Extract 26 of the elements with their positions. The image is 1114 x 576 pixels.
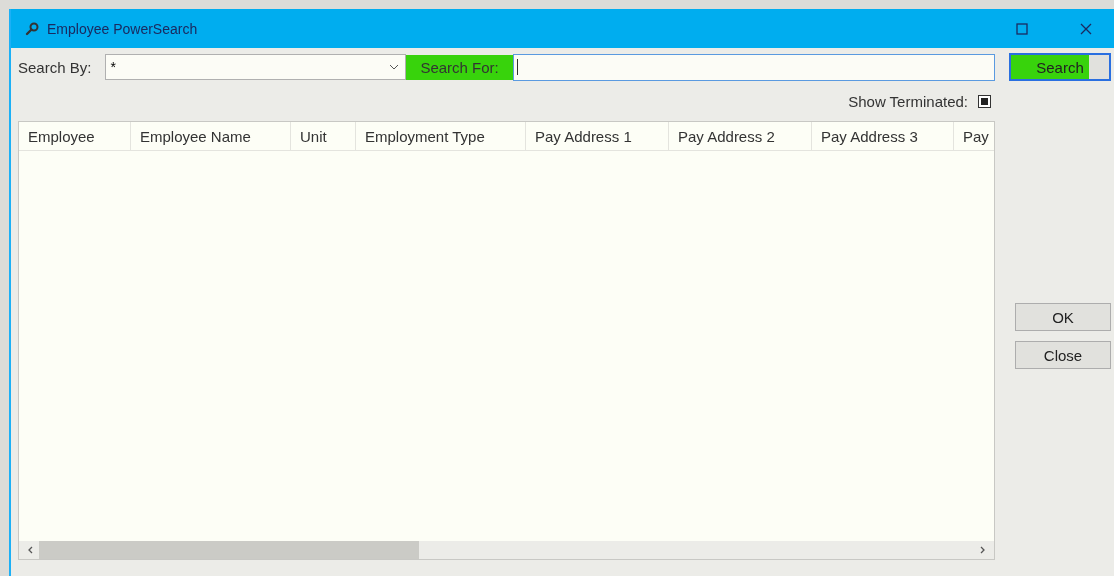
- search-for-label: Search For:: [406, 54, 513, 80]
- dialog-button[interactable]: Close: [1015, 341, 1111, 369]
- scrollbar-thumb[interactable]: [39, 541, 419, 559]
- column-header[interactable]: Employment Type: [356, 122, 526, 150]
- magnifier-icon: [25, 21, 39, 36]
- close-icon: [1080, 22, 1092, 35]
- show-terminated-label: Show Terminated:: [848, 92, 968, 110]
- maximize-icon: [1016, 22, 1028, 35]
- search-by-label: Search By:: [18, 58, 92, 76]
- search-for-field[interactable]: [512, 53, 995, 81]
- column-header[interactable]: Pay: [954, 122, 994, 150]
- column-header[interactable]: Employee Name: [131, 122, 291, 150]
- window-title: Employee PowerSearch: [47, 20, 198, 37]
- column-header[interactable]: Pay Address 1: [526, 122, 669, 150]
- horizontal-scrollbar[interactable]: [19, 541, 994, 559]
- chevron-down-icon: [389, 64, 400, 70]
- dialog-button[interactable]: OK: [1015, 303, 1111, 331]
- column-header[interactable]: Employee: [19, 122, 131, 150]
- show-terminated-checkbox[interactable]: [978, 94, 991, 108]
- column-header[interactable]: Unit: [291, 122, 356, 150]
- scroll-left-icon[interactable]: [27, 546, 33, 554]
- column-header[interactable]: Pay Address 3: [812, 122, 954, 150]
- search-button[interactable]: Search: [1009, 53, 1111, 81]
- column-header[interactable]: Pay Address 2: [669, 122, 812, 150]
- search-by-dropdown[interactable]: *: [105, 54, 407, 80]
- scroll-right-icon[interactable]: [980, 546, 986, 554]
